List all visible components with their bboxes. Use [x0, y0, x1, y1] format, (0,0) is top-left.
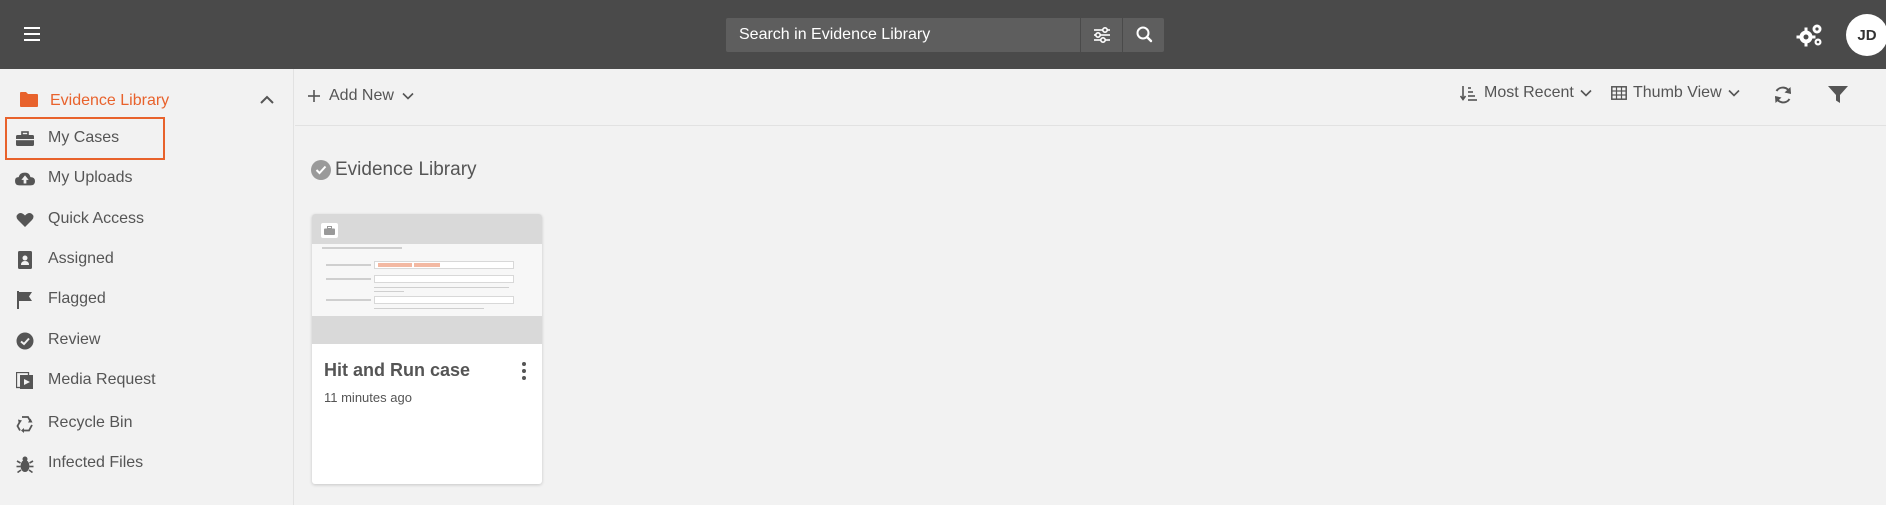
chevron-down-icon	[402, 92, 414, 100]
thumbnail-preview	[312, 244, 542, 316]
search-divider	[1080, 18, 1081, 52]
sidebar-item-flagged[interactable]: Flagged	[0, 282, 294, 316]
search-filter-sliders-icon[interactable]	[1088, 24, 1116, 46]
sidebar-item-review[interactable]: Review	[0, 323, 294, 357]
sidebar-item-label: Recycle Bin	[48, 414, 133, 431]
sidebar-item-label: My Uploads	[48, 169, 133, 186]
search-input[interactable]: Search in Evidence Library	[739, 26, 930, 44]
sidebar-item-label: Infected Files	[48, 454, 144, 471]
sidebar-item-recycle-bin[interactable]: Recycle Bin	[0, 406, 294, 440]
filter-funnel-icon[interactable]	[1827, 85, 1849, 105]
settings-gears-icon[interactable]	[1796, 22, 1824, 48]
table-grid-icon	[1611, 86, 1627, 100]
view-label: Thumb View	[1633, 84, 1722, 101]
check-circle-icon	[15, 331, 35, 351]
case-title: Hit and Run case	[324, 360, 471, 380]
case-thumbnail	[312, 214, 542, 344]
sidebar-item-label: Flagged	[48, 290, 106, 307]
search-icon	[1136, 26, 1153, 43]
folder-icon	[20, 92, 38, 107]
recycle-icon	[15, 414, 35, 434]
id-badge-icon	[15, 250, 35, 270]
sidebar-item-label: Media Request	[48, 371, 156, 388]
flag-icon	[15, 290, 35, 310]
section-title: Evidence Library	[311, 159, 477, 181]
sidebar-item-media-request[interactable]: Media Request	[0, 363, 294, 397]
content-toolbar: Add New Most Recent Thumb View	[295, 69, 1886, 126]
heart-icon	[15, 210, 35, 230]
refresh-icon[interactable]	[1772, 84, 1794, 106]
add-new-label: Add New	[329, 87, 394, 104]
sidebar-library-header[interactable]: Evidence Library	[0, 89, 294, 113]
chevron-down-icon	[1580, 89, 1592, 97]
check-circle-icon	[311, 160, 331, 180]
sidebar-item-label: Assigned	[48, 250, 114, 267]
sort-label: Most Recent	[1484, 84, 1574, 101]
media-request-icon	[15, 371, 35, 391]
section-title-text: Evidence Library	[335, 159, 477, 180]
bug-icon	[15, 454, 35, 474]
sidebar-item-label: Review	[48, 331, 101, 348]
kebab-menu-icon[interactable]	[516, 360, 532, 382]
sidebar-item-quick-access[interactable]: Quick Access	[0, 202, 294, 236]
cloud-upload-icon	[15, 169, 35, 189]
sidebar-library-title: Evidence Library	[50, 92, 170, 109]
top-bar: Search in Evidence Library JD	[0, 0, 1886, 69]
add-new-button[interactable]: Add New	[307, 84, 414, 108]
search-button[interactable]	[1122, 18, 1164, 52]
view-mode-dropdown[interactable]: Thumb View	[1611, 84, 1740, 102]
sidebar-item-assigned[interactable]: Assigned	[0, 242, 294, 276]
sidebar-item-label: Quick Access	[48, 210, 145, 227]
sidebar-item-my-cases[interactable]: My Cases	[0, 121, 294, 155]
sidebar-item-infected-files[interactable]: Infected Files	[0, 446, 294, 480]
sidebar: Evidence Library My Cases My Uploads Qui…	[0, 69, 294, 505]
case-card[interactable]: Hit and Run case 11 minutes ago	[312, 214, 542, 484]
sidebar-item-label: My Cases	[48, 129, 120, 146]
hamburger-menu-icon[interactable]	[20, 22, 44, 46]
chevron-down-icon	[1728, 89, 1740, 97]
chevron-up-icon[interactable]	[258, 93, 276, 107]
briefcase-icon	[15, 129, 35, 149]
plus-icon	[308, 90, 320, 102]
sort-dropdown[interactable]: Most Recent	[1460, 84, 1592, 102]
briefcase-icon	[321, 223, 338, 238]
user-avatar[interactable]: JD	[1846, 14, 1886, 56]
sidebar-item-my-uploads[interactable]: My Uploads	[0, 161, 294, 195]
sort-amount-icon	[1460, 86, 1477, 101]
search-bar[interactable]: Search in Evidence Library	[726, 18, 1164, 52]
case-timestamp: 11 minutes ago	[324, 390, 412, 405]
